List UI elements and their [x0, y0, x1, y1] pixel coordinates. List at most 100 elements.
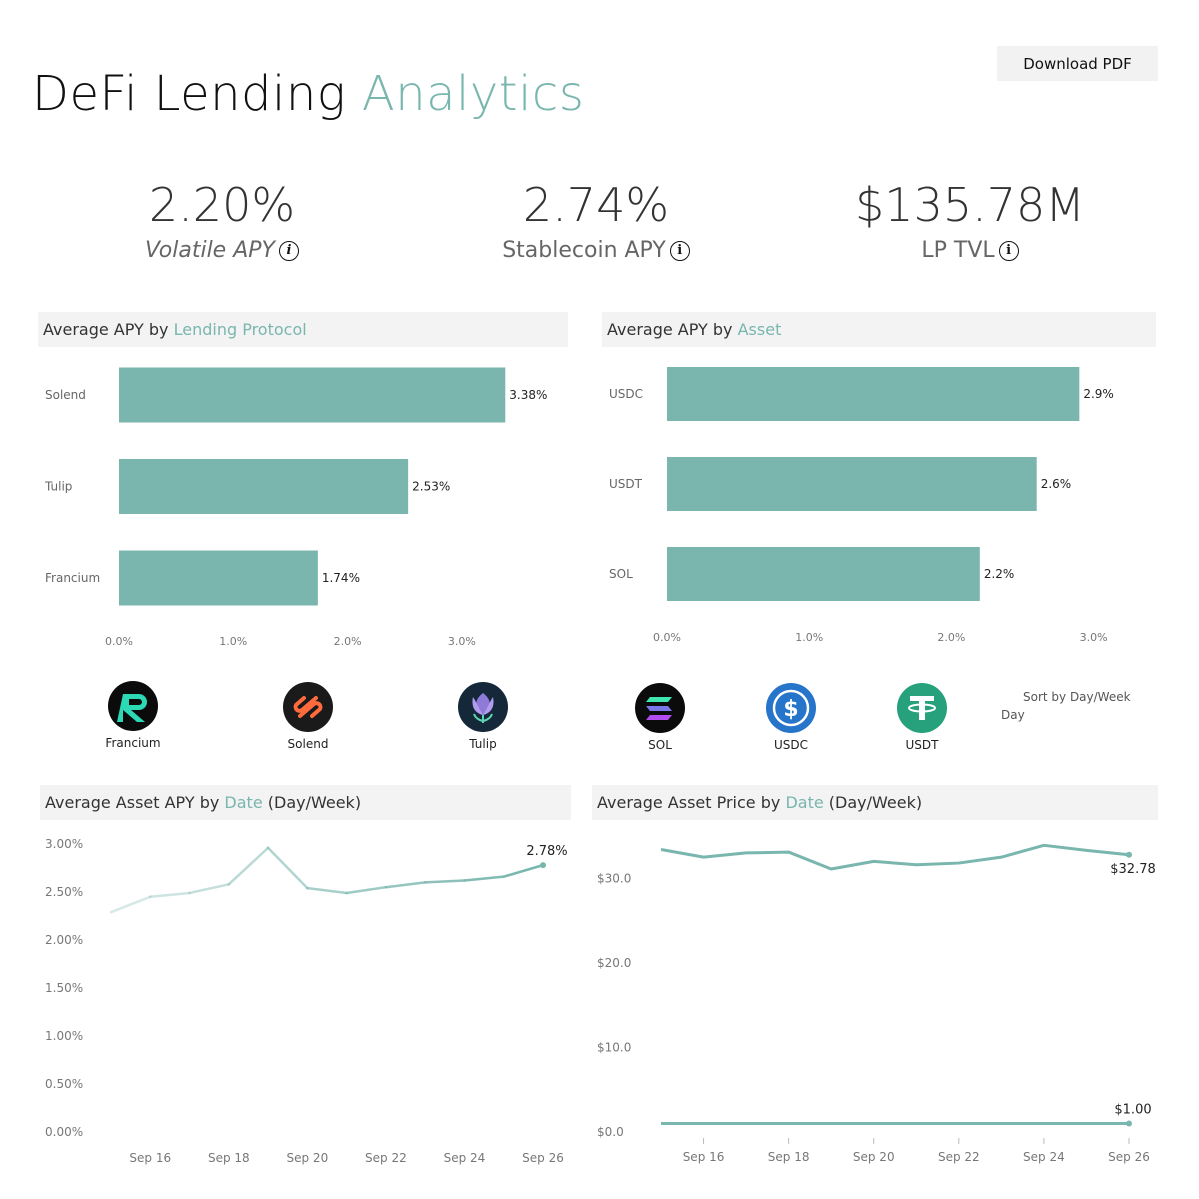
x-tick-label: Sep 22: [938, 1150, 980, 1164]
y-tick-label: 2.50%: [45, 885, 83, 899]
kpi-label: Volatile APY: [145, 238, 275, 263]
series-line: [660, 843, 1130, 871]
panel-title-suffix: (Day/Week): [262, 793, 362, 812]
x-tick-label: Sep 24: [444, 1151, 486, 1165]
title-accent: Analytics: [361, 66, 585, 122]
data-label: 2.53%: [412, 480, 450, 494]
panel-title-accent: Date: [785, 793, 824, 812]
series-segment: [266, 846, 309, 890]
kpi-volatile-apy: 2.20% Volatile APY i: [62, 178, 382, 263]
panel-title-accent: Lending Protocol: [173, 320, 307, 339]
panel-header-protocol: Average APY by Lending Protocol: [38, 312, 568, 347]
panel-title: Average APY by: [43, 320, 174, 339]
y-tick-label: 1.50%: [45, 981, 83, 995]
x-tick-label: 0.0%: [653, 631, 681, 644]
category-label: Solend: [45, 388, 86, 402]
logo-francium[interactable]: Francium: [83, 680, 183, 750]
x-tick-label: 3.0%: [1080, 631, 1108, 644]
x-tick-label: Sep 26: [1108, 1150, 1150, 1164]
panel-title-accent: Date: [224, 793, 263, 812]
logo-sol[interactable]: SOL: [610, 682, 710, 752]
data-label: 1.74%: [322, 571, 360, 585]
series-segment: [384, 881, 427, 889]
panel-header-asset: Average APY by Asset: [602, 312, 1156, 347]
panel-header-asset-apy-date: Average Asset APY by Date (Day/Week): [40, 785, 571, 820]
bar: [667, 457, 1037, 511]
logo-label: USDC: [773, 738, 809, 752]
info-icon[interactable]: i: [278, 241, 299, 261]
data-label: 3.38%: [509, 388, 547, 402]
y-tick-label: 0.00%: [45, 1125, 83, 1139]
logo-label: SOL: [648, 738, 672, 752]
tulip-logo-icon: [458, 682, 508, 732]
panel-title: Average Asset Price by: [597, 793, 786, 812]
asset-apy-line-chart: 0.00% 0.50% 1.00% 1.50% 2.00% 2.50% 3.00% Sep 1…: [45, 837, 568, 1165]
kpi-label: Stablecoin APY: [502, 238, 666, 263]
kpi-value: 2.74%: [522, 178, 670, 232]
sort-value[interactable]: Day: [1001, 708, 1025, 722]
bar: [119, 367, 506, 423]
x-tick-label: 2.0%: [937, 631, 965, 644]
logo-tulip[interactable]: Tulip: [433, 681, 533, 751]
series-segment: [149, 891, 191, 899]
y-tick-label: 3.00%: [45, 837, 83, 851]
logo-label: USDT: [905, 738, 939, 752]
y-tick-label: $10.0: [597, 1040, 631, 1054]
x-tick-label: Sep 20: [287, 1151, 329, 1165]
series-segment: [227, 846, 270, 886]
sort-label: Sort by Day/Week: [1023, 690, 1131, 704]
logo-label: Solend: [287, 737, 329, 751]
series-segment: [109, 895, 152, 914]
asset-price-line-chart: $0.0 $10.0 $20.0 $30.0 Sep 16 Sep 18 Sep 20 Sep…: [597, 843, 1156, 1164]
download-pdf-button[interactable]: Download PDF: [997, 46, 1158, 81]
series-segment: [345, 885, 388, 895]
panel-header-asset-price-date: Average Asset Price by Date (Day/Week): [592, 785, 1158, 820]
data-label: 2.6%: [1041, 477, 1072, 491]
svg-text:$: $: [783, 697, 798, 722]
y-tick-label: 0.50%: [45, 1077, 83, 1091]
francium-logo-icon: [108, 681, 158, 731]
y-tick-label: 2.00%: [45, 933, 83, 947]
category-label: SOL: [609, 567, 633, 581]
kpi-lp-tvl: $135.78M LP TVL i: [810, 178, 1130, 263]
logo-solend[interactable]: Solend: [258, 681, 358, 751]
logo-label: Francium: [105, 736, 161, 750]
series-segment: [502, 863, 545, 878]
asset-apy-bar-chart: USDC 2.9% USDT 2.6% SOL 2.2% 0.0% 1.0% 2.0% 3.0%: [609, 367, 1114, 644]
kpi-label: LP TVL: [921, 238, 995, 263]
series-segment: [306, 886, 348, 895]
sol-logo-icon: [635, 683, 685, 733]
usdc-logo-icon: $: [766, 683, 816, 733]
y-tick-label: 1.00%: [45, 1029, 83, 1043]
usdt-logo-icon: [897, 683, 947, 733]
info-icon[interactable]: i: [669, 241, 690, 261]
logo-usdt[interactable]: USDT: [872, 682, 972, 752]
info-icon[interactable]: i: [998, 241, 1019, 261]
x-tick-label: Sep 16: [129, 1151, 171, 1165]
series-segment: [463, 875, 505, 882]
solend-logo-icon: [283, 682, 333, 732]
end-label: $1.00: [1114, 1103, 1151, 1118]
category-label: Francium: [45, 571, 100, 585]
panel-title-suffix: (Day/Week): [823, 793, 923, 812]
kpi-value: $135.78M: [855, 178, 1085, 232]
y-tick-label: $30.0: [597, 871, 631, 885]
end-label: $32.78: [1110, 862, 1156, 877]
x-tick-label: Sep 18: [208, 1151, 250, 1165]
panel-title-accent: Asset: [737, 320, 782, 339]
kpi-stablecoin-apy: 2.74% Stablecoin APY i: [436, 178, 756, 263]
series-segment: [188, 883, 231, 895]
data-label: 2.9%: [1083, 387, 1114, 401]
protocol-apy-bar-chart: Solend 3.38% Tulip 2.53% Francium 1.74% 0.0% 1.…: [44, 367, 547, 648]
page-title: DeFi Lending Analytics: [32, 66, 584, 122]
logo-usdc[interactable]: $ USDC: [741, 682, 841, 752]
category-label: USDC: [609, 387, 643, 401]
x-tick-label: Sep 26: [522, 1151, 564, 1165]
x-tick-label: Sep 24: [1023, 1150, 1065, 1164]
end-point: [1126, 1120, 1132, 1127]
category-label: USDT: [609, 477, 643, 491]
x-tick-label: Sep 22: [365, 1151, 407, 1165]
bar: [667, 547, 980, 601]
x-tick-label: 0.0%: [105, 635, 133, 648]
x-tick-label: 3.0%: [448, 635, 476, 648]
